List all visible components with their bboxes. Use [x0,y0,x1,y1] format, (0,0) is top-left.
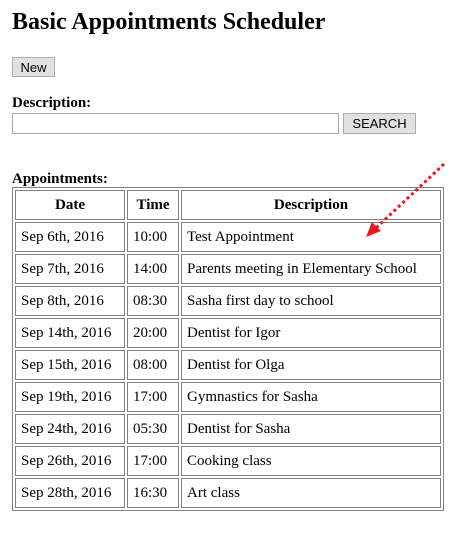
date-cell: Sep 19th, 2016 [15,382,125,412]
date-cell: Sep 8th, 2016 [15,286,125,316]
time-cell: 16:30 [127,478,179,508]
time-cell: 20:00 [127,318,179,348]
date-cell: Sep 26th, 2016 [15,446,125,476]
new-button[interactable]: New [12,57,55,77]
table-row: Sep 7th, 2016 14:00 Parents meeting in E… [15,254,441,284]
search-button[interactable]: SEARCH [343,113,416,134]
date-cell: Sep 6th, 2016 [15,222,125,252]
date-cell: Sep 14th, 2016 [15,318,125,348]
date-cell: Sep 28th, 2016 [15,478,125,508]
description-cell: Cooking class [181,446,441,476]
time-cell: 08:00 [127,350,179,380]
description-cell: Gymnastics for Sasha [181,382,441,412]
description-cell: Art class [181,478,441,508]
table-row: Sep 8th, 2016 08:30 Sasha first day to s… [15,286,441,316]
table-row: Sep 19th, 2016 17:00 Gymnastics for Sash… [15,382,441,412]
description-label: Description: [12,95,92,111]
table-row: Sep 15th, 2016 08:00 Dentist for Olga [15,350,441,380]
time-cell: 17:00 [127,382,179,412]
table-row: Sep 28th, 2016 16:30 Art class [15,478,441,508]
description-cell: Dentist for Igor [181,318,441,348]
description-cell: Parents meeting in Elementary School [181,254,441,284]
time-cell: 08:30 [127,286,179,316]
column-header-date: Date [15,190,125,220]
time-cell: 17:00 [127,446,179,476]
description-cell: Dentist for Olga [181,350,441,380]
time-cell: 10:00 [127,222,179,252]
table-row: Sep 26th, 2016 17:00 Cooking class [15,446,441,476]
appointments-label: Appointments: [12,171,108,187]
description-search-input[interactable] [12,113,339,134]
description-cell: Sasha first day to school [181,286,441,316]
time-cell: 05:30 [127,414,179,444]
date-cell: Sep 7th, 2016 [15,254,125,284]
table-row: Sep 24th, 2016 05:30 Dentist for Sasha [15,414,441,444]
description-cell: Dentist for Sasha [181,414,441,444]
page-title: Basic Appointments Scheduler [12,9,326,35]
dotted-arrow-icon [366,162,446,237]
date-cell: Sep 15th, 2016 [15,350,125,380]
table-row: Sep 14th, 2016 20:00 Dentist for Igor [15,318,441,348]
column-header-time: Time [127,190,179,220]
date-cell: Sep 24th, 2016 [15,414,125,444]
time-cell: 14:00 [127,254,179,284]
